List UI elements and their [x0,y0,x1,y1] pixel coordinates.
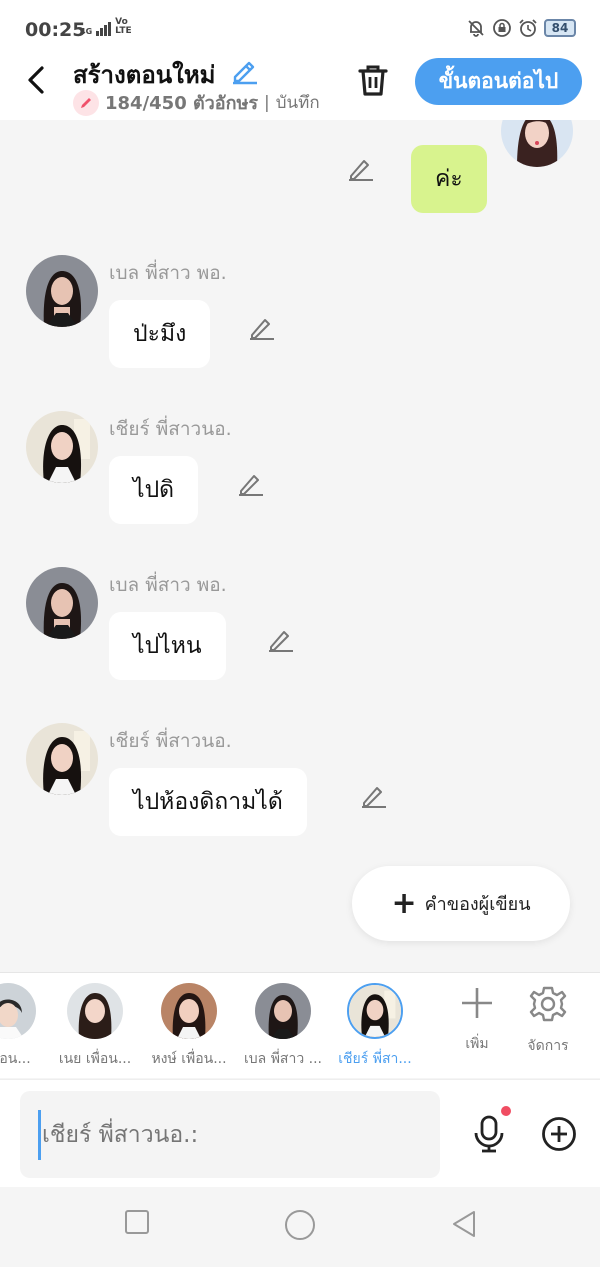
message-bubble[interactable]: ไปห้องดิถามได้ [109,768,307,836]
char-count-row: 184/450 ตัวอักษร | บันทึก [73,88,320,117]
message-bubble[interactable]: ไปไหน [109,612,226,680]
edit-message-icon[interactable] [249,314,275,340]
author-words-label: คำของผู้เขียน [424,894,531,915]
char-count: 184/450 ตัวอักษร [105,93,259,114]
sender-name: เบล พี่สาว พอ. [109,574,227,596]
character-item[interactable]: หงษ์ เพื่อน... [144,983,234,1070]
author-words-button[interactable]: + คำของผู้เขียน [352,866,570,941]
edit-message-icon[interactable] [348,155,374,181]
save-status[interactable]: บันทึก [276,89,320,116]
chat-area: ค่ะ เบล พี่สาว พอ. ป่ะมึง เชียร์ พี่สาวน… [0,120,600,972]
character-name: เบล พี่สาว ... [244,1051,322,1067]
volte-icon: Vo LTE [115,17,132,36]
message-bubble[interactable]: ค่ะ [411,145,487,213]
avatar[interactable] [26,255,98,327]
add-character-button[interactable]: เพิ่ม [442,985,512,1055]
notification-dot [501,1106,511,1116]
avatar [67,983,123,1039]
edit-message-icon[interactable] [361,782,387,808]
character-name: เนย เพื่อน... [58,1051,132,1067]
manage-label: จัดการ [527,1038,569,1054]
avatar[interactable] [26,411,98,483]
avatar[interactable] [26,567,98,639]
back-nav-icon[interactable] [450,1209,478,1239]
status-bar: 00:25 4G Vo LTE 84 [0,0,600,52]
add-label: เพิ่ม [465,1036,489,1052]
manage-characters-button[interactable]: จัดการ [513,985,583,1057]
system-nav-bar [0,1187,600,1267]
recent-apps-icon[interactable] [124,1209,150,1235]
pen-icon [73,89,99,116]
sender-name: เชียร์ พี่สาวนอ. [109,730,232,752]
avatar[interactable] [26,723,98,795]
avatar [0,983,36,1039]
edit-message-icon[interactable] [268,626,294,652]
plus-icon: + [391,885,417,921]
alarm-icon [519,19,537,37]
text-caret [38,1110,41,1160]
character-name: เชียร์ พี่สา... [338,1051,412,1067]
character-item[interactable]: เนย เพื่อน... [50,983,140,1070]
bell-off-icon [468,20,484,37]
separator: | [264,92,270,113]
microphone-icon[interactable] [472,1114,506,1154]
gear-icon [529,986,567,1022]
character-name: หงษ์ เพื่อน... [151,1051,227,1067]
edit-message-icon[interactable] [238,470,264,496]
character-item[interactable]: เพื่อน... [0,983,53,1070]
signal-icon [96,22,112,36]
sender-name: เชียร์ พี่สาวนอ. [109,418,232,440]
character-item-active[interactable]: เชียร์ พี่สา... [330,983,420,1070]
avatar [347,983,403,1039]
add-circle-icon[interactable] [541,1116,577,1152]
avatar [161,983,217,1039]
edit-title-icon[interactable] [229,55,259,85]
character-item[interactable]: เบล พี่สาว ... [238,983,328,1070]
character-name: เพื่อน... [0,1051,31,1067]
network-indicator: 4G Vo LTE [80,18,132,36]
composer-bar [0,1079,600,1187]
avatar[interactable] [501,120,573,167]
status-time: 00:25 [25,19,86,41]
message-bubble[interactable]: ไปดิ [109,456,199,524]
message-bubble[interactable]: ป่ะมึง [109,300,211,368]
avatar [255,983,311,1039]
character-strip: เพื่อน... เนย เพื่อน... หงษ์ เพื่อน... เ… [0,972,600,1078]
header: สร้างตอนใหม่ 184/450 ตัวอักษร | บันทึก ข… [0,52,600,120]
battery-indicator: 84 [544,19,576,37]
message-input[interactable] [20,1091,440,1178]
sender-name: เบล พี่สาว พอ. [109,262,227,284]
home-icon[interactable] [284,1209,316,1241]
trash-icon[interactable] [356,62,390,98]
next-step-button[interactable]: ขั้นตอนต่อไป [415,58,582,105]
plus-icon [462,988,492,1018]
lock-rotation-icon [493,19,511,37]
status-icons: 84 [466,18,576,38]
back-arrow-icon[interactable] [24,62,52,98]
network-type: 4G [80,27,93,36]
